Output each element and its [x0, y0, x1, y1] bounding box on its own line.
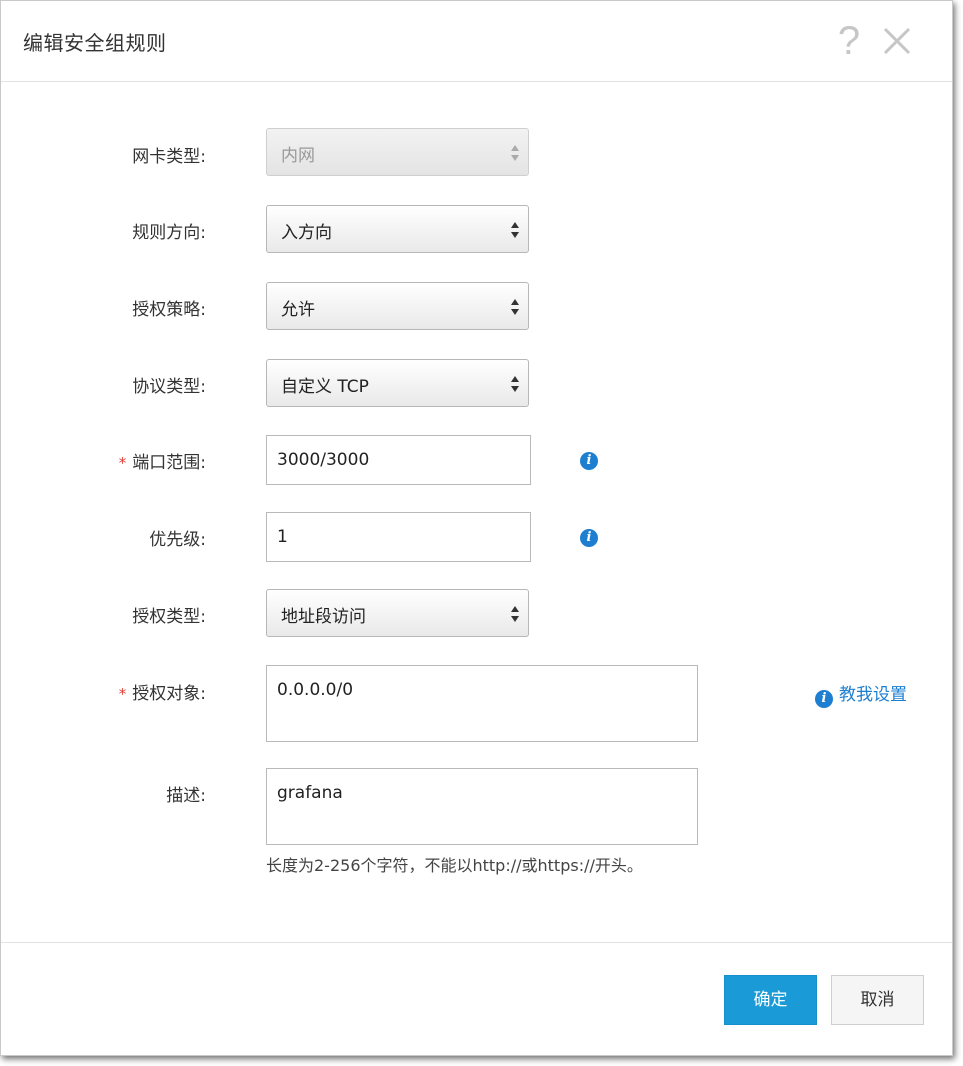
auth-policy-select[interactable]: 允许 [266, 282, 529, 330]
auth-type-label: 授权类型: [132, 607, 206, 627]
protocol-type-select[interactable]: 自定义 TCP [266, 359, 529, 407]
auth-policy-value: 允许 [281, 300, 315, 320]
confirm-button[interactable]: 确定 [724, 975, 817, 1025]
select-arrows-icon [511, 606, 519, 622]
required-mark: * [118, 454, 127, 472]
dialog-title: 编辑安全组规则 [23, 31, 167, 55]
auth-type-value: 地址段访问 [281, 607, 366, 627]
info-icon[interactable]: i [580, 452, 598, 470]
description-textarea[interactable]: grafana [266, 768, 698, 845]
rule-direction-value: 入方向 [281, 223, 332, 243]
select-arrows-icon [511, 376, 519, 392]
close-icon[interactable] [877, 19, 917, 63]
select-arrows-icon [511, 222, 519, 238]
dialog-header: 编辑安全组规则 ? [1, 1, 952, 82]
port-range-label: * 端口范围: [61, 448, 206, 473]
edit-security-group-rule-dialog: 编辑安全组规则 ? 网卡类型: 内网 规则方向: 入方向 授权策略: 允许 协议… [0, 0, 953, 1056]
select-arrows-icon [511, 145, 519, 161]
rule-direction-label: 规则方向: [132, 223, 206, 243]
required-mark: * [118, 685, 127, 703]
auth-type-select[interactable]: 地址段访问 [266, 589, 529, 637]
dialog-footer: 确定 取消 [1, 942, 952, 1056]
select-arrows-icon [511, 299, 519, 315]
rule-direction-select[interactable]: 入方向 [266, 205, 529, 253]
auth-object-textarea[interactable]: 0.0.0.0/0 [266, 665, 698, 742]
auth-object-label-text: 授权对象: [132, 684, 206, 704]
priority-value: 1 [277, 527, 288, 547]
priority-input[interactable]: 1 [266, 512, 531, 562]
info-icon: i [815, 690, 833, 708]
description-hint: 长度为2-256个字符，不能以http://或https://开头。 [266, 856, 643, 875]
teach-me-setup-text: 教我设置 [839, 685, 907, 705]
nic-type-label: 网卡类型: [132, 147, 206, 167]
description-label: 描述: [166, 786, 206, 806]
teach-me-setup-link[interactable]: i 教我设置 [815, 680, 907, 708]
port-range-value: 3000/3000 [277, 450, 370, 470]
auth-object-value: 0.0.0.0/0 [277, 680, 354, 700]
question-mark-icon[interactable]: ? [829, 19, 869, 63]
protocol-type-label: 协议类型: [132, 377, 206, 397]
nic-type-select: 内网 [266, 128, 529, 176]
port-range-label-text: 端口范围: [132, 453, 206, 473]
auth-policy-label: 授权策略: [132, 300, 206, 320]
priority-label: 优先级: [149, 530, 206, 550]
cancel-button[interactable]: 取消 [831, 975, 924, 1025]
description-value: grafana [277, 783, 343, 803]
protocol-type-value: 自定义 TCP [281, 377, 369, 397]
nic-type-value: 内网 [281, 146, 315, 166]
info-icon[interactable]: i [580, 529, 598, 547]
auth-object-label: * 授权对象: [61, 679, 206, 704]
port-range-input[interactable]: 3000/3000 [266, 435, 531, 485]
